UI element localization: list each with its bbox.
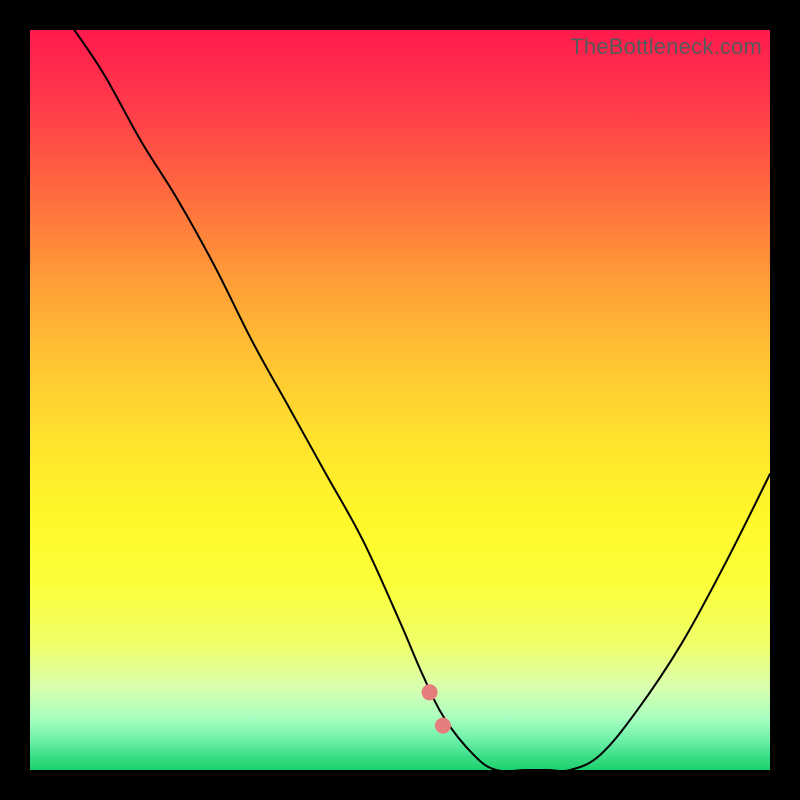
chart-area: TheBottleneck.com bbox=[30, 30, 770, 770]
bottleneck-curve bbox=[74, 30, 770, 771]
marker-dot bbox=[422, 684, 438, 700]
highlight-markers bbox=[422, 684, 615, 770]
marker-pill bbox=[574, 740, 615, 770]
plot-svg bbox=[30, 30, 770, 770]
marker-dot bbox=[435, 718, 451, 734]
